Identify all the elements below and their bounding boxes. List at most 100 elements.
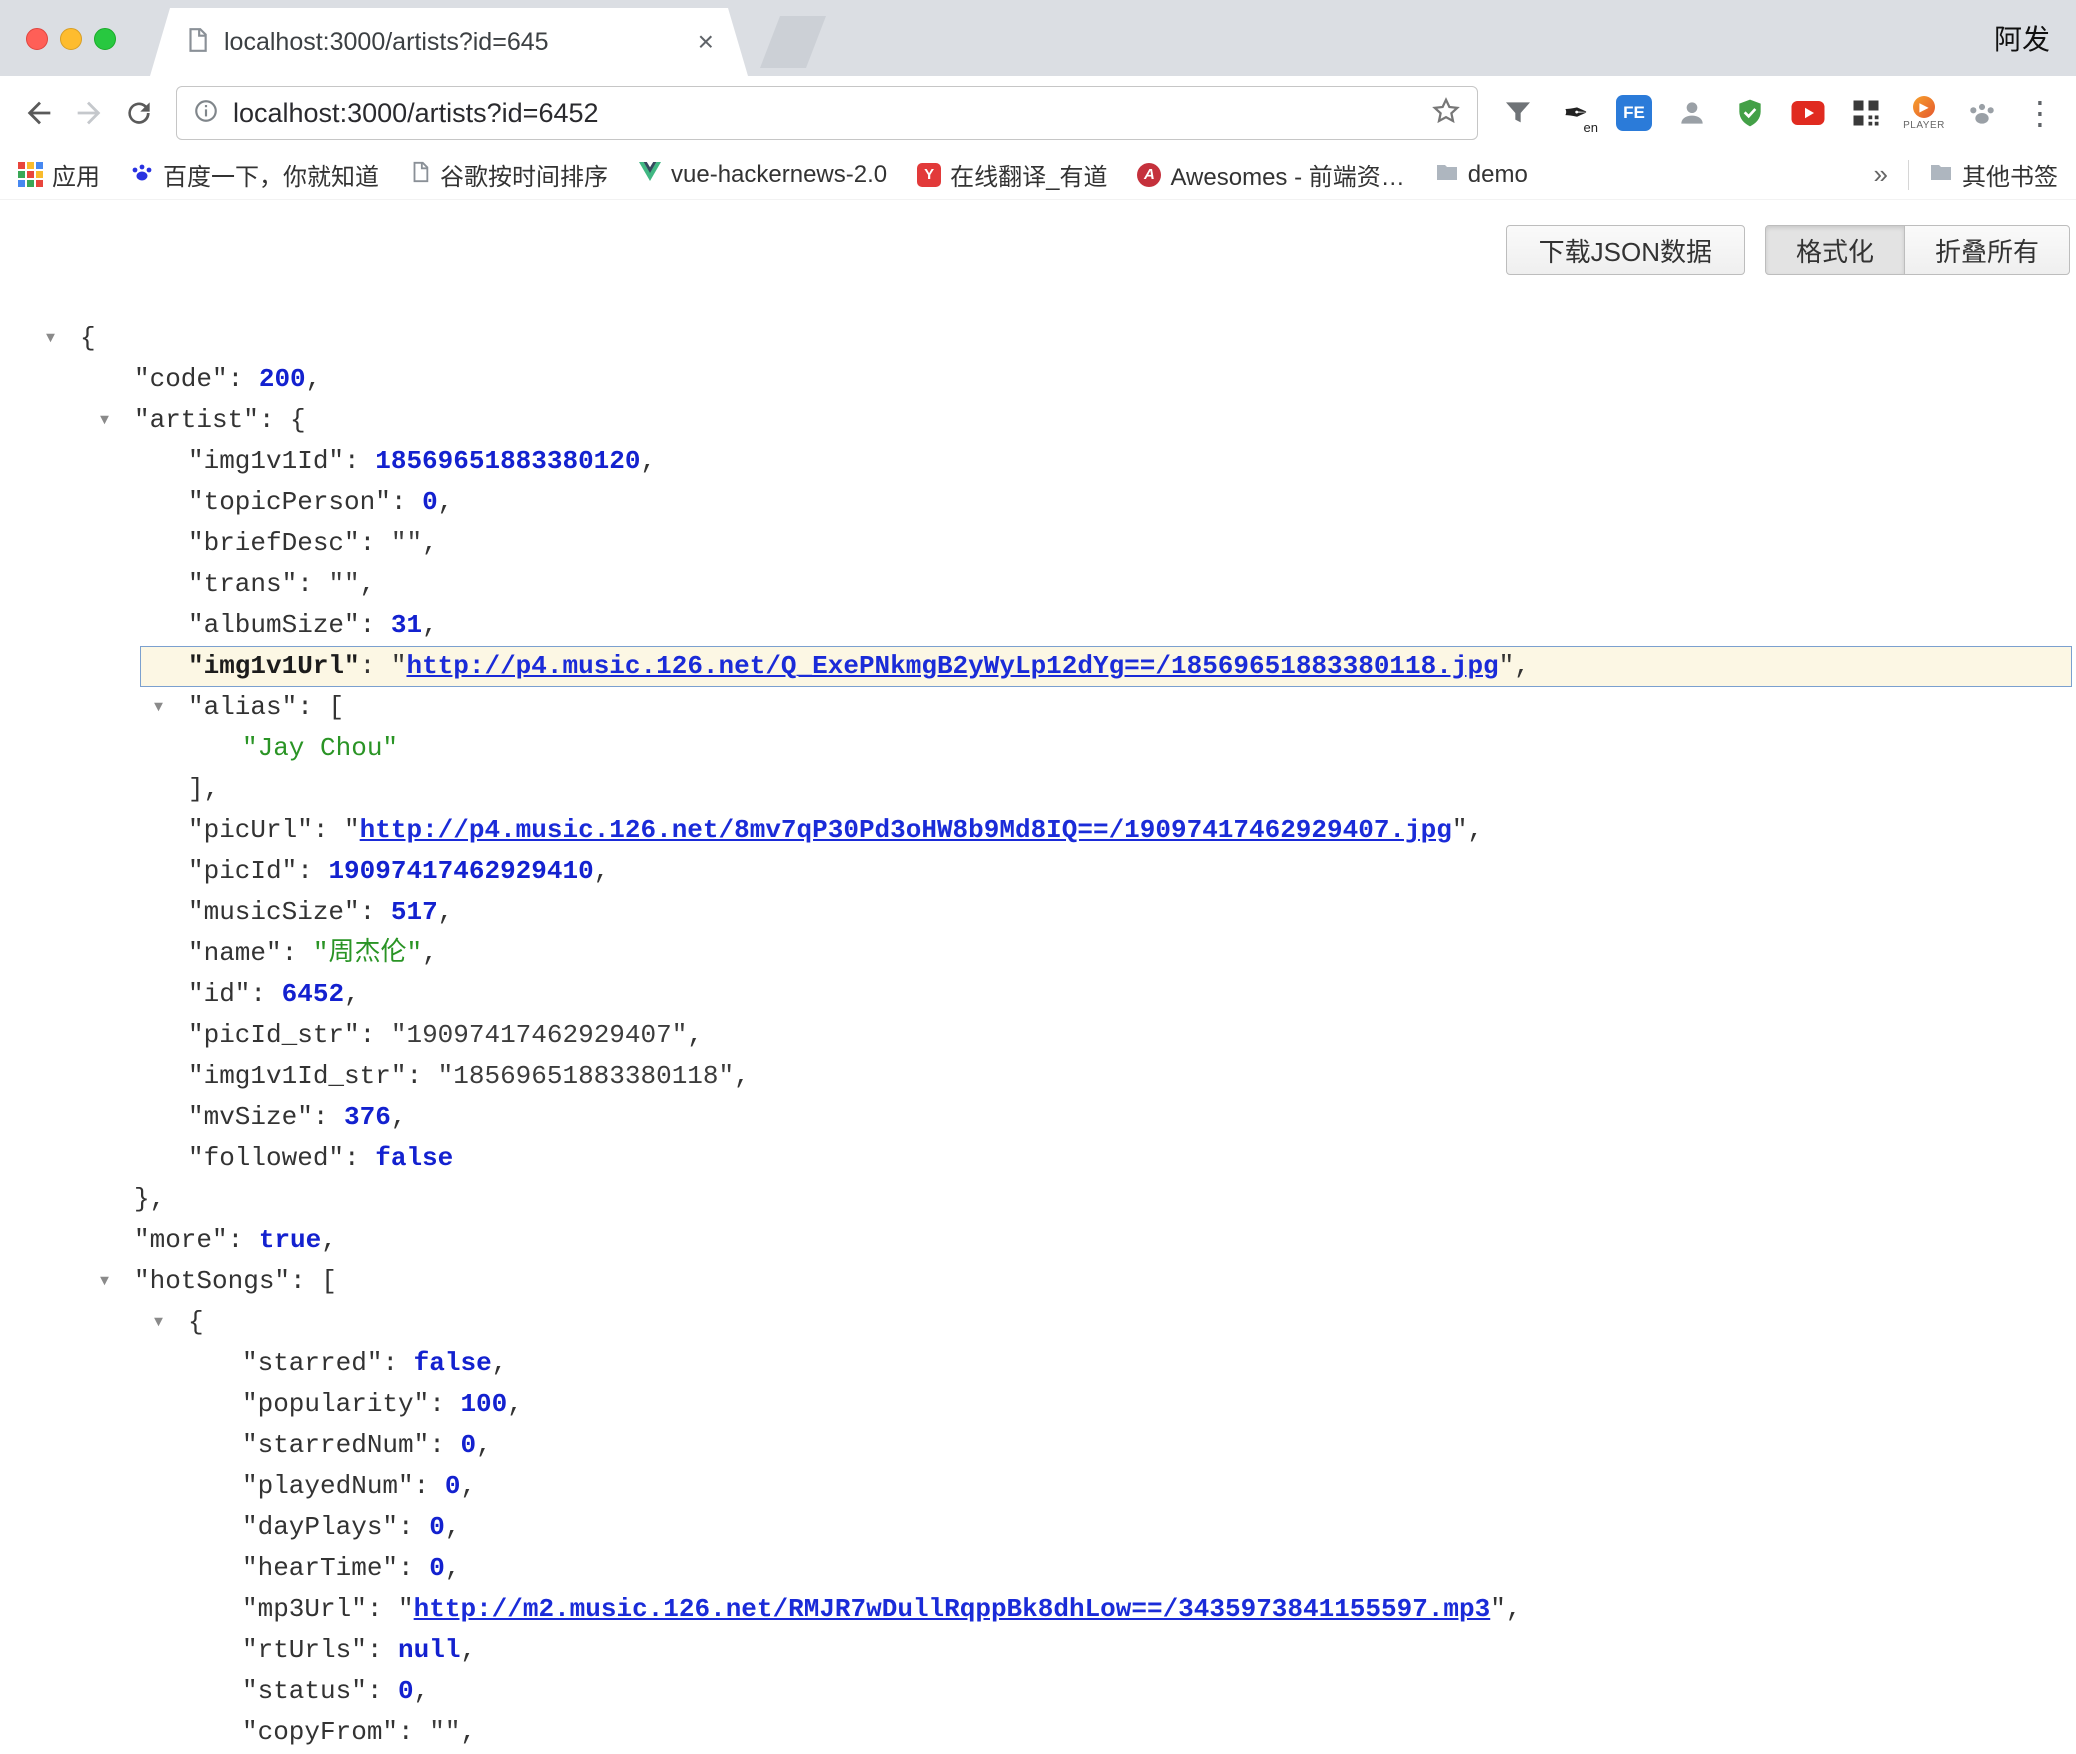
json-token: "img1v1Url" <box>188 651 360 681</box>
extension-youtube-icon[interactable] <box>1786 87 1830 139</box>
bookmark-awesomes[interactable]: A Awesomes - 前端资… <box>1137 157 1404 192</box>
collapse-toggle-icon[interactable]: ▼ <box>154 687 163 728</box>
zoom-window-button[interactable] <box>94 28 116 50</box>
json-token: : <box>367 1635 398 1665</box>
json-token: "status" <box>242 1676 367 1706</box>
json-url-link[interactable]: http://p4.music.126.net/Q_ExePNkmgB2yWyL… <box>406 651 1498 681</box>
collapse-toggle-icon[interactable]: ▼ <box>46 318 55 359</box>
extension-shield-icon[interactable] <box>1728 87 1772 139</box>
extension-fehelper-icon[interactable]: FE <box>1612 87 1656 139</box>
bookmark-label: vue-hackernews-2.0 <box>671 161 887 189</box>
profile-button[interactable]: 阿发 <box>1994 0 2050 76</box>
json-url-link[interactable]: http://m2.music.126.net/RMJR7wDullRqppBk… <box>414 1594 1491 1624</box>
json-line: "code": 200, <box>0 359 2076 400</box>
json-token: "周杰伦" <box>313 938 422 968</box>
extension-player-icon[interactable]: ▶ PLAYER <box>1902 87 1946 139</box>
json-token: 19097417462929410 <box>328 856 593 886</box>
json-token: 0 <box>429 1512 445 1542</box>
json-token: 18569651883380120 <box>375 446 640 476</box>
page-info-icon[interactable] <box>193 98 219 129</box>
json-token: "dayPlays" <box>242 1512 398 1542</box>
json-tree: ▼ { "code": 200,▼"artist": { "img1v1Id": 18… <box>0 200 2076 1753</box>
download-json-button[interactable]: 下载JSON数据 <box>1506 225 1745 275</box>
collapse-toggle-icon[interactable]: ▼ <box>154 1302 163 1343</box>
json-token: "albumSize" <box>188 610 360 640</box>
collapse-all-button[interactable]: 折叠所有 <box>1904 225 2070 275</box>
extension-funnel-icon[interactable] <box>1496 87 1540 139</box>
bookmarks-bar: 应用 百度一下，你就知道 谷歌按时间排序 vue-hackernews-2.0 … <box>0 150 2076 200</box>
json-token: : <box>360 528 391 558</box>
bookmark-baidu[interactable]: 百度一下，你就知道 <box>130 157 379 192</box>
json-token: "19097417462929407" <box>391 1020 687 1050</box>
bookmark-youdao[interactable]: Y 在线翻译_有道 <box>917 157 1107 192</box>
json-line: "img1v1Id_str": "18569651883380118", <box>0 1056 2076 1097</box>
json-token: , <box>422 528 438 558</box>
json-line: ], <box>0 769 2076 810</box>
bookmarks-overflow-chevron[interactable]: » <box>1874 159 1888 190</box>
back-button[interactable] <box>14 88 64 138</box>
json-token: { <box>290 405 306 435</box>
json-token: "mp3Url" <box>242 1594 367 1624</box>
vue-logo-icon <box>638 161 662 188</box>
json-token: , <box>492 1348 508 1378</box>
json-token: " <box>1490 1594 1506 1624</box>
tab-strip: localhost:3000/artists?id=645 × 阿发 <box>0 0 2076 76</box>
json-line: ▼"artist": { <box>0 400 2076 441</box>
json-token: : <box>429 1389 460 1419</box>
address-bar[interactable]: localhost:3000/artists?id=6452 <box>176 86 1478 140</box>
json-token: 376 <box>344 1102 391 1132</box>
folder-icon <box>1929 161 1953 188</box>
browser-menu-icon[interactable]: ⋮ <box>2018 94 2062 132</box>
json-token: "Jay Chou" <box>242 733 398 763</box>
json-token: , <box>507 1389 523 1419</box>
collapse-toggle-icon[interactable]: ▼ <box>100 1261 109 1302</box>
json-line: "more": true, <box>0 1220 2076 1261</box>
bookmark-apps[interactable]: 应用 <box>18 157 100 192</box>
json-token: 0 <box>422 487 438 517</box>
json-url-link[interactable]: http://p4.music.126.net/8mv7qP30Pd3oHW8b… <box>360 815 1452 845</box>
json-token: : <box>313 815 344 845</box>
json-token: "img1v1Id" <box>188 446 344 476</box>
json-line: "picId": 19097417462929410, <box>0 851 2076 892</box>
json-token: "name" <box>188 938 282 968</box>
json-token: { <box>80 323 96 353</box>
json-token: " <box>1499 651 1515 681</box>
bookmark-demo-folder[interactable]: demo <box>1435 161 1528 189</box>
json-token: : <box>344 446 375 476</box>
json-token: "copyFrom" <box>242 1717 398 1747</box>
format-button[interactable]: 格式化 <box>1765 225 1905 275</box>
extension-paw-icon[interactable] <box>1960 87 2004 139</box>
json-token: true <box>259 1225 321 1255</box>
forward-button[interactable] <box>64 88 114 138</box>
bookmark-label: 应用 <box>52 157 100 192</box>
json-token: "id" <box>188 979 250 1009</box>
browser-tab[interactable]: localhost:3000/artists?id=645 × <box>150 8 748 76</box>
player-label: PLAYER <box>1903 120 1945 131</box>
extension-youdao-pen-icon[interactable]: ✒ en <box>1554 87 1598 139</box>
bookmark-google-sort[interactable]: 谷歌按时间排序 <box>409 157 608 192</box>
json-token: , <box>422 610 438 640</box>
json-line: "starredNum": 0, <box>0 1425 2076 1466</box>
json-token: , <box>306 364 322 394</box>
collapse-toggle-icon[interactable]: ▼ <box>100 400 109 441</box>
minimize-window-button[interactable] <box>60 28 82 50</box>
url-text[interactable]: localhost:3000/artists?id=6452 <box>233 98 1431 129</box>
apps-grid-icon <box>18 162 43 187</box>
json-line: "hearTime": 0, <box>0 1548 2076 1589</box>
close-window-button[interactable] <box>26 28 48 50</box>
other-bookmarks-folder[interactable]: 其他书签 <box>1929 157 2058 192</box>
json-line: "topicPerson": 0, <box>0 482 2076 523</box>
json-token: "" <box>328 569 359 599</box>
youdao-en-label: en <box>1584 120 1598 135</box>
bookmark-star-icon[interactable] <box>1431 96 1461 131</box>
bookmark-vue-hackernews[interactable]: vue-hackernews-2.0 <box>638 161 887 189</box>
extension-qrcode-icon[interactable] <box>1844 87 1888 139</box>
json-token: "hotSongs" <box>134 1266 290 1296</box>
json-token: "starredNum" <box>242 1430 429 1460</box>
reload-button[interactable] <box>114 88 164 138</box>
json-line: "trans": "", <box>0 564 2076 605</box>
new-tab-button[interactable] <box>760 16 826 68</box>
tab-close-icon[interactable]: × <box>698 26 714 58</box>
extension-contacts-icon[interactable] <box>1670 87 1714 139</box>
json-line: "copyFrom": "", <box>0 1712 2076 1753</box>
